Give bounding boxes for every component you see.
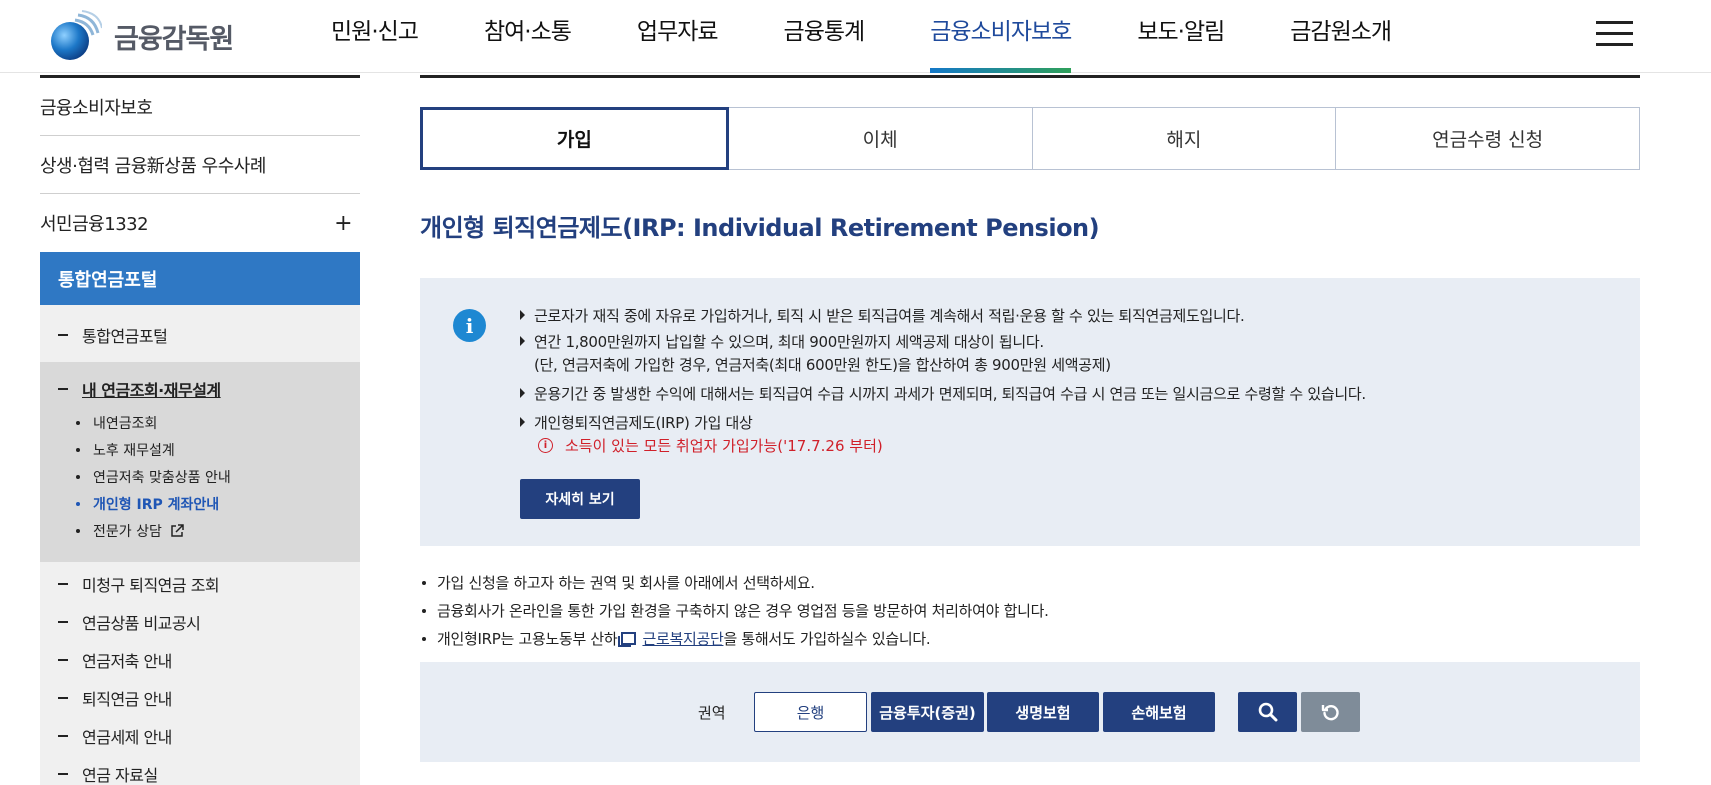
nav-consumer-protection[interactable]: 금융소비자보호 bbox=[897, 0, 1104, 73]
info-line-1: 근로자가 재직 중에 자유로 가입하거나, 퇴직 시 받은 퇴직급여를 계속해서… bbox=[520, 305, 1245, 326]
nav-statistics[interactable]: 금융통계 bbox=[751, 0, 898, 73]
menu-icon[interactable] bbox=[1596, 21, 1633, 47]
sidebar-item-label: 서민금융1332 bbox=[40, 214, 149, 235]
site-header: 금융감독원 민원·신고 참여·소통 업무자료 금융통계 금융소비자보호 보도·알… bbox=[0, 0, 1711, 73]
info-line-2-sub: (단, 연금저축에 가입한 경우, 연금저축(최대 600만원 한도)을 합산하… bbox=[534, 356, 1111, 374]
region-life-insurance-button[interactable]: 생명보험 bbox=[987, 692, 1099, 732]
detail-button[interactable]: 자세히 보기 bbox=[520, 479, 640, 519]
new-window-icon bbox=[618, 632, 637, 647]
info-line-2: 연간 1,800만원까지 납입할 수 있으며, 최대 900만원까지 세액공제 … bbox=[520, 331, 1044, 352]
note-item: 개인형IRP는 고용노동부 산하 근로복지공단 을 통해서도 가입하실수 있습니… bbox=[420, 628, 931, 649]
info-eligibility-warning: i 소득이 있는 모든 취업자 가입가능('17.7.26 부터) bbox=[538, 435, 883, 456]
submenu-unclaimed-pension[interactable]: 미청구 퇴직연금 조회 bbox=[58, 572, 220, 596]
sidebar: 금융소비자보호 상생·협력 금융新상품 우수사례 서민금융1332 + 통합연금… bbox=[40, 75, 360, 785]
nav-materials[interactable]: 업무자료 bbox=[604, 0, 751, 73]
warning-icon: i bbox=[538, 438, 553, 453]
info-line-3: 운용기간 중 발생한 수익에 대해서는 퇴직급여 수급 시까지 과세가 면제되며… bbox=[520, 383, 1366, 404]
nav-complaint[interactable]: 민원·신고 bbox=[298, 0, 451, 73]
submenu-pension-portal[interactable]: 통합연금포털 bbox=[58, 323, 168, 347]
submenu-pension-tax[interactable]: 연금세제 안내 bbox=[58, 724, 172, 748]
info-line-4: 개인형퇴직연금제도(IRP) 가입 대상 bbox=[520, 412, 753, 433]
info-box: i 근로자가 재직 중에 자유로 가입하거나, 퇴직 시 받은 퇴직급여를 계속… bbox=[420, 278, 1640, 546]
tab-pension-receipt[interactable]: 연금수령 신청 bbox=[1336, 107, 1640, 170]
nav-about[interactable]: 금감원소개 bbox=[1257, 0, 1424, 73]
logo-text: 금융감독원 bbox=[114, 23, 234, 55]
region-label: 권역 bbox=[698, 704, 726, 722]
site-logo[interactable]: 금융감독원 bbox=[48, 8, 234, 64]
nav-press[interactable]: 보도·알림 bbox=[1104, 0, 1257, 73]
note-item: 금융회사가 온라인을 통한 가입 환경을 구축하지 않은 경우 영업점 등을 방… bbox=[420, 600, 1049, 621]
region-bank-button[interactable]: 은행 bbox=[754, 692, 867, 732]
sidebar-section-pension-portal[interactable]: 통합연금포털 bbox=[40, 252, 360, 305]
sidebar-item-best-practices[interactable]: 상생·협력 금융新상품 우수사례 bbox=[40, 136, 360, 194]
submenu3-pension-savings-products[interactable]: 연금저축 맞춤상품 안내 bbox=[76, 467, 231, 487]
submenu-pension-savings[interactable]: 연금저축 안내 bbox=[58, 648, 172, 672]
reset-button[interactable] bbox=[1301, 692, 1360, 732]
external-link-icon bbox=[171, 524, 184, 537]
tab-cancel[interactable]: 해지 bbox=[1032, 107, 1337, 170]
region-nonlife-insurance-button[interactable]: 손해보험 bbox=[1103, 692, 1215, 732]
sidebar-item-label: 금융소비자보호 bbox=[40, 97, 153, 119]
main-nav: 민원·신고 참여·소통 업무자료 금융통계 금융소비자보호 보도·알림 금감원소… bbox=[298, 0, 1424, 73]
submenu-product-comparison[interactable]: 연금상품 비교공시 bbox=[58, 610, 201, 634]
sidebar-item-label: 상생·협력 금융新상품 우수사례 bbox=[40, 155, 266, 177]
info-icon: i bbox=[453, 309, 486, 342]
comwel-link[interactable]: 근로복지공단 bbox=[642, 628, 723, 649]
submenu3-my-pension-lookup[interactable]: 내연금조회 bbox=[76, 413, 157, 433]
submenu-pension-library[interactable]: 연금 자료실 bbox=[58, 762, 158, 785]
submenu3-irp-account[interactable]: 개인형 IRP 계좌안내 bbox=[76, 494, 219, 514]
main-top-line bbox=[420, 75, 1640, 78]
submenu-retirement-pension[interactable]: 퇴직연금 안내 bbox=[58, 686, 172, 710]
submenu3-expert-consult[interactable]: 전문가 상담 bbox=[76, 521, 184, 541]
logo-globe-icon bbox=[48, 9, 103, 63]
expand-plus-icon[interactable]: + bbox=[334, 211, 352, 236]
submenu-my-pension[interactable]: 내 연금조회·재무설계 bbox=[58, 377, 221, 401]
region-securities-button[interactable]: 금융투자(증권) bbox=[871, 692, 984, 732]
note-item: 가입 신청을 하고자 하는 권역 및 회사를 아래에서 선택하세요. bbox=[420, 572, 815, 593]
nav-participation[interactable]: 참여·소통 bbox=[451, 0, 604, 73]
search-icon bbox=[1258, 702, 1277, 722]
tab-transfer[interactable]: 이체 bbox=[728, 107, 1033, 170]
sidebar-item-consumer-protection[interactable]: 금융소비자보호 bbox=[40, 78, 360, 136]
page-title: 개인형 퇴직연금제도(IRP: Individual Retirement Pe… bbox=[420, 214, 1100, 242]
company-search-bar: 권역 은행 금융투자(증권) 생명보험 손해보험 bbox=[420, 662, 1640, 762]
search-button[interactable] bbox=[1238, 692, 1297, 732]
submenu3-retirement-planning[interactable]: 노후 재무설계 bbox=[76, 440, 175, 460]
tab-join[interactable]: 가입 bbox=[420, 107, 729, 170]
sidebar-item-1332[interactable]: 서민금융1332 + bbox=[40, 194, 360, 252]
tab-bar: 가입 이체 해지 연금수령 신청 bbox=[420, 107, 1640, 170]
refresh-icon bbox=[1321, 704, 1339, 721]
